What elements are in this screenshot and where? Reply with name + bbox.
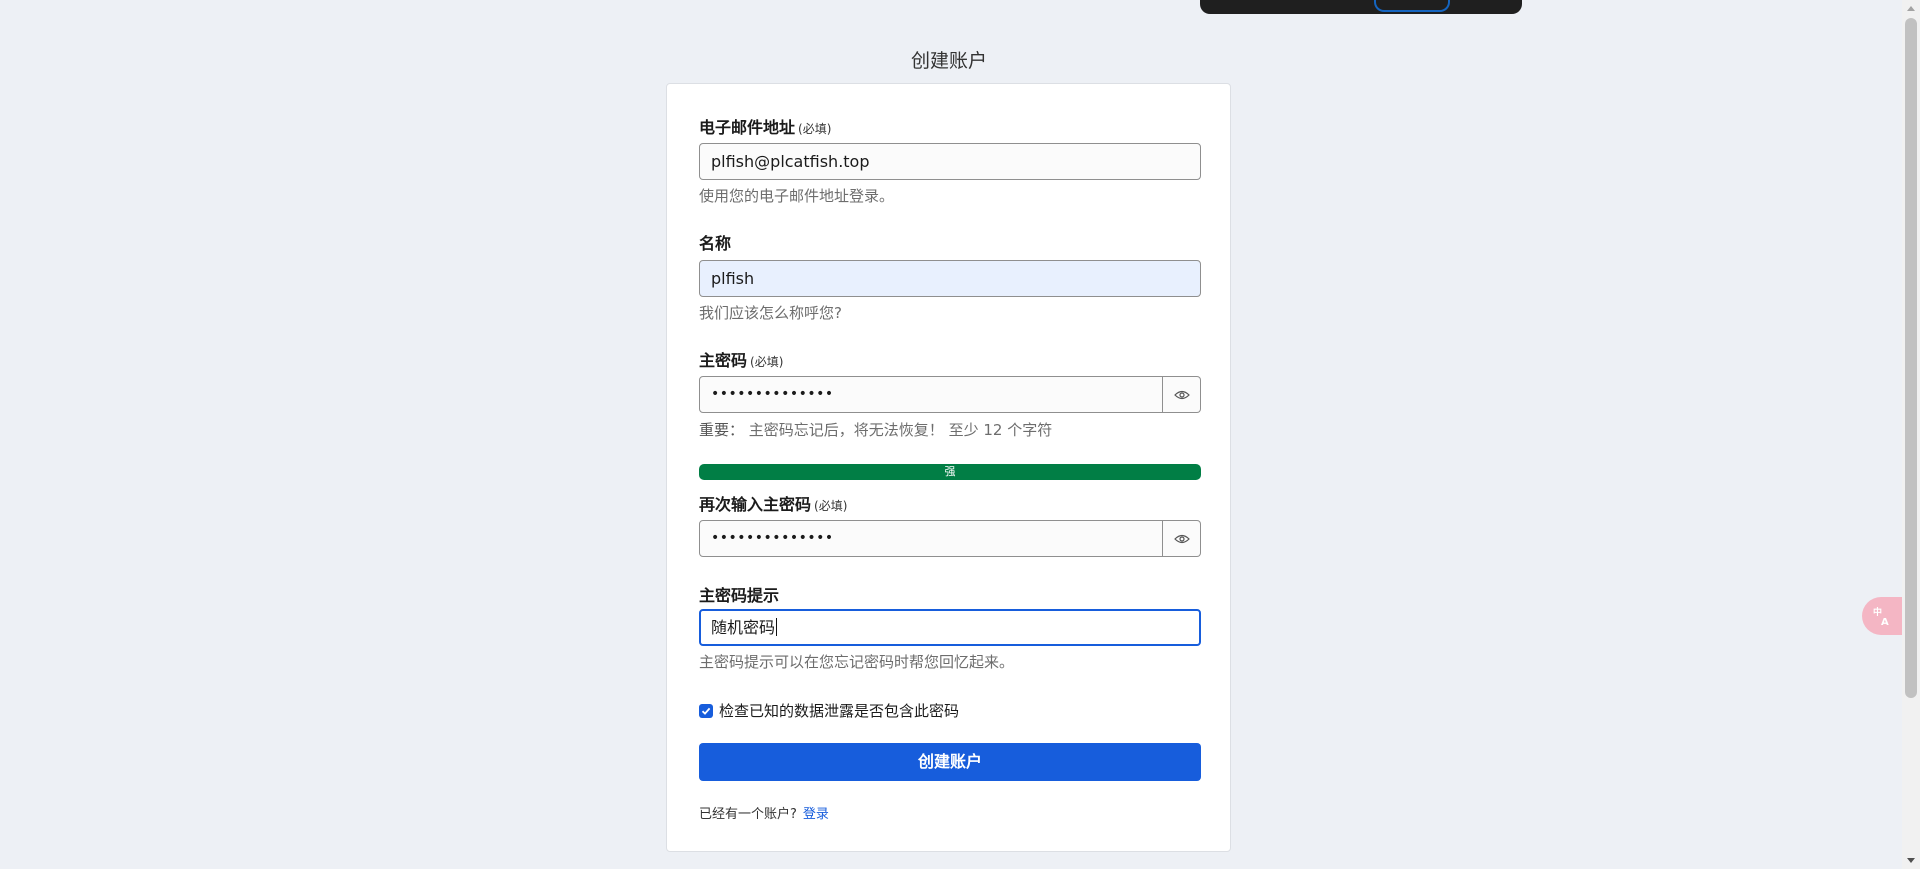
email-label: 电子邮件地址 (必填) xyxy=(699,114,831,138)
master-password-label-text: 主密码 xyxy=(699,351,748,370)
name-label: 名称 xyxy=(699,234,732,253)
required-marker: (必填) xyxy=(750,355,784,369)
scrollbar-thumb[interactable] xyxy=(1905,18,1917,698)
login-prompt: 已经有一个账户? 登录 xyxy=(699,803,829,822)
password-hint-label: 主密码提示 xyxy=(699,586,780,605)
master-password-hint: 重要： 主密码忘记后，将无法恢复！ 至少 12 个字符 xyxy=(699,419,1052,440)
password-hint-description: 主密码提示可以在您忘记密码时帮您回忆起来。 xyxy=(699,653,1015,671)
page-scrollbar[interactable] xyxy=(1902,0,1920,869)
email-hint: 使用您的电子邮件地址登录。 xyxy=(699,187,895,205)
checkmark-icon xyxy=(701,707,711,715)
breach-check-row[interactable]: 检查已知的数据泄露是否包含此密码 xyxy=(699,700,959,721)
login-prompt-text: 已经有一个账户? xyxy=(699,807,797,822)
master-password-input[interactable]: •••••••••••••• xyxy=(699,376,1163,413)
required-marker: (必填) xyxy=(798,122,832,136)
page-title: 创建账户 xyxy=(910,50,987,72)
page: 创建账户 电子邮件地址 (必填) plfish@plcatfish.top 使用您… xyxy=(0,0,1920,869)
breach-check-checkbox[interactable] xyxy=(699,703,713,718)
email-input[interactable]: plfish@plcatfish.top xyxy=(699,143,1201,180)
eye-icon xyxy=(1173,390,1190,399)
password-hint-value: 随机密码 xyxy=(711,618,776,637)
extension-popup-edge xyxy=(1200,0,1522,14)
translate-icon: 中 A xyxy=(1873,606,1889,626)
toggle-confirm-password-visibility-button[interactable] xyxy=(1163,520,1201,557)
master-password-label: 主密码 (必填) xyxy=(699,347,783,371)
login-link[interactable]: 登录 xyxy=(803,807,829,822)
popup-button-edge[interactable] xyxy=(1374,0,1450,12)
name-hint: 我们应该怎么称呼您? xyxy=(699,304,842,322)
eye-icon xyxy=(1173,534,1190,543)
create-account-button[interactable]: 创建账户 xyxy=(699,743,1201,781)
confirm-password-label: 再次输入主密码 (必填) xyxy=(699,491,847,515)
text-caret xyxy=(776,618,778,636)
toggle-master-password-visibility-button[interactable] xyxy=(1163,376,1201,413)
confirm-password-group: •••••••••••••• xyxy=(699,520,1201,557)
confirm-password-input[interactable]: •••••••••••••• xyxy=(699,520,1163,557)
breach-check-label: 检查已知的数据泄露是否包含此密码 xyxy=(719,702,960,720)
confirm-password-label-text: 再次输入主密码 xyxy=(699,495,812,514)
scroll-up-arrow-icon[interactable] xyxy=(1907,6,1915,11)
master-password-hint-text: 主密码忘记后，将无法恢复！ 至少 12 个字符 xyxy=(748,421,1053,439)
scroll-down-arrow-icon[interactable] xyxy=(1907,858,1915,863)
master-password-group: •••••••••••••• xyxy=(699,376,1201,413)
translate-button[interactable]: 中 A xyxy=(1862,597,1904,635)
email-label-text: 电子邮件地址 xyxy=(699,118,796,137)
register-form-card: 电子邮件地址 (必填) plfish@plcatfish.top 使用您的电子邮件… xyxy=(666,83,1231,852)
svg-text:A: A xyxy=(1881,617,1889,626)
password-strength-meter: 强 xyxy=(699,464,1201,480)
name-input[interactable]: plfish xyxy=(699,260,1201,297)
master-password-hint-prefix: 重要： xyxy=(699,421,745,439)
password-hint-input[interactable]: 随机密码 xyxy=(699,609,1201,646)
required-marker: (必填) xyxy=(814,499,848,513)
